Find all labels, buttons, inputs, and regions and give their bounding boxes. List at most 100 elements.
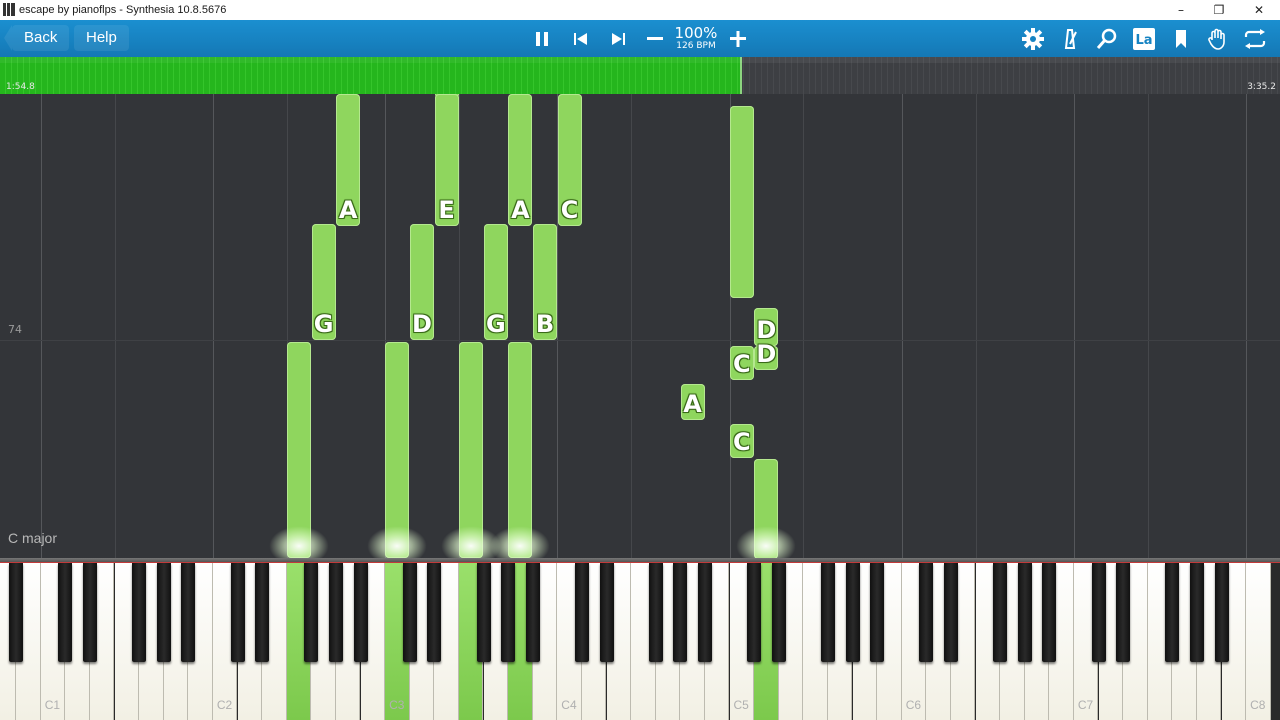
key-hit-glow: [736, 526, 797, 558]
elapsed-time: 1:54.8: [6, 82, 35, 92]
black-key-csharp5[interactable]: [747, 563, 762, 662]
note-label: E: [438, 196, 455, 224]
black-key-csharp3[interactable]: [402, 563, 417, 662]
falling-note: A: [680, 384, 705, 420]
falling-note: G: [483, 224, 508, 340]
falling-note: D: [754, 341, 779, 370]
hand-icon[interactable]: [1203, 24, 1233, 54]
falling-note: C: [729, 424, 754, 458]
falling-note: C: [729, 346, 754, 380]
black-key-csharp7[interactable]: [1091, 563, 1106, 662]
minus-icon: [647, 37, 663, 40]
total-time: 3:35.2: [1247, 82, 1276, 92]
black-key-dsharp2[interactable]: [255, 563, 270, 662]
piano-keyboard[interactable]: C1 C2 C3 C4 C5 C6 C7 C8: [0, 558, 1280, 720]
song-progress-bar[interactable]: 1:54.8 3:35.2: [0, 57, 1280, 94]
note-label: B: [535, 310, 555, 338]
black-key-gsharp5[interactable]: [845, 563, 860, 662]
note-label: C: [560, 196, 579, 224]
falling-note: A: [508, 94, 533, 226]
window-title: escape by pianoflps - Synthesia 10.8.567…: [19, 4, 227, 16]
black-key-dsharp1[interactable]: [82, 563, 97, 662]
note-labels-icon[interactable]: La: [1129, 24, 1159, 54]
falling-note: A: [336, 94, 361, 226]
black-key-dsharp6[interactable]: [943, 563, 958, 662]
measure-number: 74: [8, 323, 22, 336]
key-hit-glow: [269, 526, 329, 558]
magnifier-icon[interactable]: [1092, 24, 1122, 54]
black-key-asharp0[interactable]: [9, 563, 24, 662]
black-key-asharp1[interactable]: [181, 563, 196, 662]
black-key-dsharp7[interactable]: [1116, 563, 1131, 662]
black-key-asharp5[interactable]: [870, 563, 885, 662]
note-label: G: [313, 310, 334, 338]
black-key-fsharp6[interactable]: [993, 563, 1008, 662]
falling-note: C: [557, 94, 582, 226]
back-button[interactable]: Back: [3, 25, 70, 51]
slower-button[interactable]: [640, 24, 670, 54]
octave-label-c7: C7: [1077, 698, 1094, 712]
black-key-asharp6[interactable]: [1042, 563, 1057, 662]
black-key-asharp2[interactable]: [353, 563, 368, 662]
black-key-gsharp4[interactable]: [673, 563, 688, 662]
white-key-c8[interactable]: [1246, 563, 1271, 720]
note-label: A: [338, 196, 358, 224]
black-key-dsharp3[interactable]: [427, 563, 442, 662]
falling-note: D: [410, 224, 434, 340]
black-key-asharp7[interactable]: [1214, 563, 1229, 662]
tempo-bpm: 126 BPM: [676, 41, 716, 51]
faster-button[interactable]: [723, 24, 753, 54]
black-key-gsharp3[interactable]: [501, 563, 516, 662]
black-key-fsharp2[interactable]: [304, 563, 319, 662]
toolbar: Back Help 100% 126 BPM La: [0, 20, 1280, 57]
black-key-csharp6[interactable]: [919, 563, 934, 662]
skip-back-icon[interactable]: [566, 24, 596, 54]
black-key-fsharp4[interactable]: [648, 563, 663, 662]
octave-label-c4: C4: [561, 698, 577, 712]
black-key-gsharp2[interactable]: [328, 563, 343, 662]
black-key-fsharp5[interactable]: [820, 563, 835, 662]
note-label: D: [756, 340, 777, 368]
falling-note: E: [434, 94, 459, 226]
note-label: A: [683, 390, 702, 418]
note-label: C: [732, 350, 751, 378]
metronome-icon[interactable]: [1055, 24, 1085, 54]
synthesia-app-icon: [3, 3, 15, 16]
black-key-fsharp7[interactable]: [1165, 563, 1180, 662]
key-hit-glow: [367, 526, 428, 558]
falling-notes-area: 74 AEACGDGBDDCAC C major: [0, 94, 1280, 558]
falling-note: [729, 106, 754, 298]
plus-icon: [730, 31, 746, 47]
key-signature: C major: [8, 530, 58, 546]
speed-percent: 100%: [674, 24, 718, 42]
black-key-csharp1[interactable]: [58, 563, 73, 662]
note-label: A: [511, 196, 530, 224]
octave-label-c1: C1: [44, 698, 61, 712]
black-key-csharp4[interactable]: [574, 563, 589, 662]
black-key-fsharp1[interactable]: [132, 563, 147, 662]
pause-icon[interactable]: [527, 24, 557, 54]
bookmark-icon[interactable]: [1166, 24, 1196, 54]
note-label: C: [732, 428, 751, 456]
gear-icon[interactable]: [1018, 24, 1048, 54]
black-key-asharp3[interactable]: [525, 563, 540, 662]
black-key-gsharp6[interactable]: [1017, 563, 1032, 662]
loop-icon[interactable]: [1240, 24, 1270, 54]
measure-line: [0, 340, 1280, 341]
octave-label-c6: C6: [905, 698, 922, 712]
black-key-gsharp7[interactable]: [1189, 563, 1204, 662]
black-key-gsharp1[interactable]: [156, 563, 171, 662]
black-key-dsharp4[interactable]: [599, 563, 614, 662]
falling-note: B: [533, 224, 557, 340]
note-label: G: [485, 310, 506, 338]
help-button[interactable]: Help: [74, 25, 129, 51]
black-key-asharp4[interactable]: [697, 563, 712, 662]
skip-forward-icon[interactable]: [603, 24, 633, 54]
restore-button[interactable]: ❐: [1200, 0, 1238, 20]
minimize-button[interactable]: –: [1162, 0, 1200, 20]
black-key-dsharp5[interactable]: [771, 563, 786, 662]
black-key-fsharp3[interactable]: [476, 563, 491, 662]
close-button[interactable]: ✕: [1240, 0, 1278, 20]
window-title-bar: escape by pianoflps - Synthesia 10.8.567…: [0, 0, 1280, 20]
black-key-csharp2[interactable]: [230, 563, 245, 662]
